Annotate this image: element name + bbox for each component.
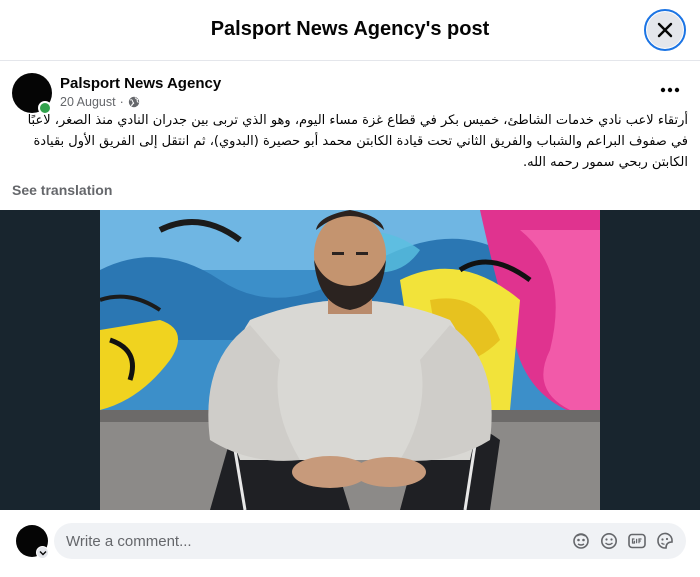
- account-switch-button[interactable]: [36, 546, 49, 559]
- post-body-text: أرتقاء لاعب نادي خدمات الشاطئ، خميس بكر …: [27, 113, 688, 170]
- close-button[interactable]: [644, 9, 686, 51]
- emoji-icon: [601, 533, 617, 549]
- sticker-icon: [657, 532, 673, 549]
- avatar-sticker-button[interactable]: [570, 531, 592, 551]
- gif-icon: [628, 533, 646, 549]
- page-name-link[interactable]: Palsport News Agency: [60, 75, 221, 92]
- avatar-sticker-icon: [573, 533, 589, 549]
- modal-header: Palsport News Agency's post: [0, 0, 700, 61]
- post-photo-container[interactable]: [0, 210, 700, 510]
- post-date-link[interactable]: 20 August: [60, 95, 116, 109]
- more-options-button[interactable]: [652, 76, 688, 104]
- chevron-down-icon: [39, 550, 46, 555]
- photo-image: [100, 210, 600, 510]
- comment-tools: [570, 531, 676, 551]
- comment-input[interactable]: Write a comment...: [54, 523, 686, 559]
- more-options-icon: [660, 87, 680, 93]
- comment-bar: Write a comment...: [0, 510, 700, 577]
- meta-separator: ·: [119, 95, 124, 109]
- emoji-button[interactable]: [598, 531, 620, 551]
- sticker-button[interactable]: [654, 531, 676, 551]
- modal-title: Palsport News Agency's post: [210, 18, 490, 40]
- see-translation-link[interactable]: See translation: [12, 182, 112, 198]
- comment-placeholder: Write a comment...: [66, 533, 192, 550]
- close-icon: [657, 22, 673, 38]
- gif-button[interactable]: [626, 531, 648, 551]
- globe-icon[interactable]: [128, 96, 140, 108]
- post-meta: 20 August ·: [60, 95, 140, 109]
- post-photo[interactable]: [100, 210, 600, 510]
